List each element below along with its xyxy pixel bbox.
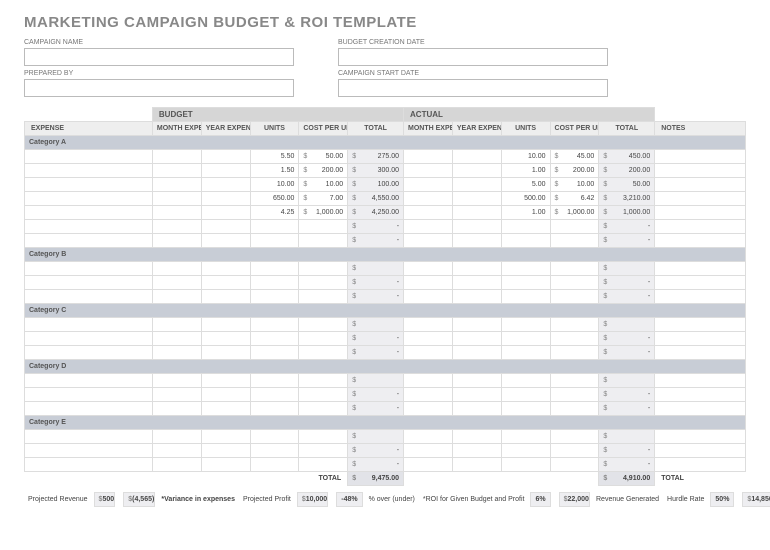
summary-row: Projected Revenue500 (4,565)*Variance in … (24, 492, 239, 507)
summary-note: % over (under) (362, 493, 419, 507)
summary-actual-value: 14,850 (743, 493, 770, 507)
table-row (25, 318, 746, 332)
summary-row: Hurdle Rate50%14,850Profit Generated (663, 492, 770, 507)
category-label: Category B (25, 248, 746, 262)
a-cpu-header: COST PER UNIT (550, 122, 599, 136)
units-header: UNITS (250, 122, 299, 136)
total-header: TOTAL (348, 122, 404, 136)
table-row: 650.007.004,550.00500.006.423,210.00 (25, 192, 746, 206)
table-row (25, 262, 746, 276)
grand-total-budget: 9,475.00 (348, 472, 404, 486)
grand-total-label: TOTAL (25, 472, 348, 486)
summary-label: *ROI for Given Budget and Profit (419, 493, 531, 507)
start-date-input[interactable] (338, 79, 608, 97)
category-row: Category C (25, 304, 746, 318)
summary-row: Projected Profit10,000 -48%% over (under) (239, 492, 419, 507)
creation-date-label: BUDGET CREATION DATE (338, 39, 608, 46)
table-row: -- (25, 332, 746, 346)
category-row: Category B (25, 248, 746, 262)
summary-note: Revenue Generated (590, 493, 664, 507)
summary-budget-value: 50% (711, 493, 734, 507)
table-row: -- (25, 276, 746, 290)
summary-label: Projected Revenue (24, 493, 94, 507)
section-header-row: BUDGET ACTUAL (25, 108, 746, 122)
expense-header: EXPENSE (25, 122, 153, 136)
summary-actual-value: (4,565) (124, 493, 155, 507)
a-year-exp-header: YEAR EXPENDED (452, 122, 501, 136)
grand-total-row: TOTAL 9,475.00 4,910.00 TOTAL (25, 472, 746, 486)
table-row: -- (25, 220, 746, 234)
notes-header: NOTES (655, 122, 746, 136)
table-row: -- (25, 388, 746, 402)
budget-table: BUDGET ACTUAL EXPENSE MONTH EXPENDED YEA… (24, 107, 746, 486)
page-title: MARKETING CAMPAIGN BUDGET & ROI TEMPLATE (24, 14, 746, 31)
grand-total-actual: 4,910.00 (599, 472, 655, 486)
table-row: -- (25, 290, 746, 304)
summary-budget-value: 10,000 (297, 493, 327, 507)
campaign-name-input[interactable] (24, 48, 294, 66)
a-total-header: TOTAL (599, 122, 655, 136)
start-date-label: CAMPAIGN START DATE (338, 70, 608, 77)
campaign-name-label: CAMPAIGN NAME (24, 39, 294, 46)
prepared-by-input[interactable] (24, 79, 294, 97)
summary-label: Hurdle Rate (663, 493, 711, 507)
a-month-exp-header: MONTH EXPENDED (404, 122, 453, 136)
column-header-row: EXPENSE MONTH EXPENDED YEAR EXPENDED UNI… (25, 122, 746, 136)
category-label: Category A (25, 136, 746, 150)
table-row (25, 430, 746, 444)
table-row: -- (25, 402, 746, 416)
category-row: Category E (25, 416, 746, 430)
prepared-by-label: PREPARED BY (24, 70, 294, 77)
category-label: Category E (25, 416, 746, 430)
table-row: -- (25, 234, 746, 248)
budget-section-header: BUDGET (152, 108, 403, 122)
summary-actual-value: -48% (337, 493, 362, 507)
cpu-header: COST PER UNIT (299, 122, 348, 136)
table-row (25, 374, 746, 388)
table-row: 4.251,000.004,250.001.001,000.001,000.00 (25, 206, 746, 220)
a-units-header: UNITS (501, 122, 550, 136)
table-row: -- (25, 458, 746, 472)
summary-budget-value: 500 (94, 493, 115, 507)
table-row: -- (25, 346, 746, 360)
category-row: Category A (25, 136, 746, 150)
category-label: Category C (25, 304, 746, 318)
category-row: Category D (25, 360, 746, 374)
summary-table: Projected Revenue500 (4,565)*Variance in … (24, 492, 746, 507)
creation-date-input[interactable] (338, 48, 608, 66)
summary-budget-value: 6% (531, 493, 550, 507)
summary-row: *ROI for Given Budget and Profit6% 22,000… (419, 492, 663, 507)
grand-total-notes: TOTAL (655, 472, 746, 486)
table-row: -- (25, 444, 746, 458)
category-label: Category D (25, 360, 746, 374)
table-row: 1.50200.00300.001.00200.00200.00 (25, 164, 746, 178)
summary-note: *Variance in expenses (155, 493, 239, 507)
summary-actual-value: 22,000 (559, 493, 589, 507)
actual-section-header: ACTUAL (404, 108, 655, 122)
year-exp-header: YEAR EXPENDED (201, 122, 250, 136)
table-row: 10.0010.00100.005.0010.0050.00 (25, 178, 746, 192)
table-row: 5.5050.00275.0010.0045.00450.00 (25, 150, 746, 164)
summary-label: Projected Profit (239, 493, 297, 507)
month-exp-header: MONTH EXPENDED (152, 122, 201, 136)
